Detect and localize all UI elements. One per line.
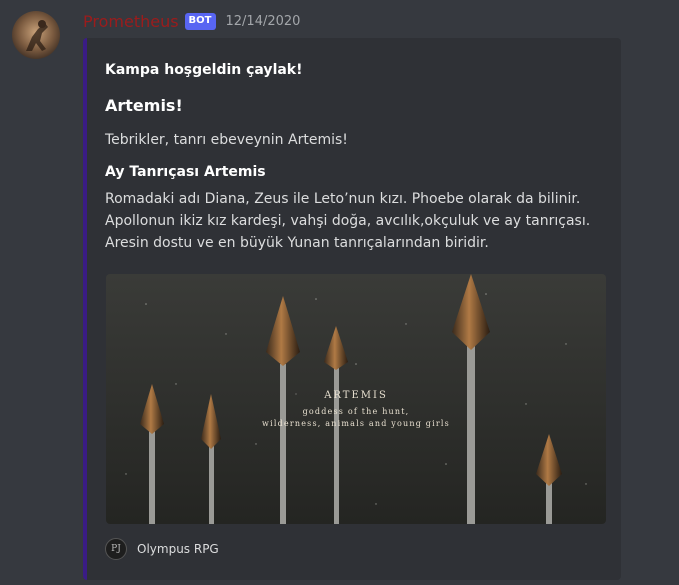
embed: Kampa hoşgeldin çaylak! Artemis! Tebrikl…	[83, 38, 621, 580]
embed-field-line: Apollonun ikiz kız kardeşi, vahşi doğa, …	[105, 213, 591, 229]
footer-text: Olympus RPG	[137, 542, 219, 556]
embed-field-line: Romadaki adı Diana, Zeus ile Leto’nun kı…	[105, 191, 581, 207]
image-subtitle-line: wilderness, animals and young girls	[262, 419, 450, 428]
embed-field-value: Romadaki adı Diana, Zeus ile Leto’nun kı…	[105, 188, 615, 254]
timestamp[interactable]: 12/14/2020	[226, 14, 301, 29]
embed-field-line: Aresin dostu ve en büyük Yunan tanrıçala…	[105, 235, 489, 251]
embed-title: Artemis!	[105, 96, 183, 115]
embed-footer: PJ Olympus RPG	[105, 538, 219, 560]
embed-image[interactable]: ARTEMIS goddess of the hunt, wilderness,…	[106, 274, 606, 524]
username[interactable]: Prometheus	[83, 12, 179, 31]
image-subtitle: goddess of the hunt, wilderness, animals…	[106, 406, 606, 430]
embed-description: Tebrikler, tanrı ebeveynin Artemis!	[105, 132, 348, 148]
image-subtitle-line: goddess of the hunt,	[302, 407, 410, 416]
bot-tag: BOT	[184, 12, 216, 30]
image-title: ARTEMIS	[324, 390, 388, 401]
message-header: Prometheus BOT 12/14/2020	[83, 10, 300, 32]
footer-icon: PJ	[105, 538, 127, 560]
embed-field-name: Ay Tanrıçası Artemis	[105, 164, 266, 180]
embed-author: Kampa hoşgeldin çaylak!	[105, 62, 303, 78]
bot-avatar[interactable]	[12, 11, 60, 59]
